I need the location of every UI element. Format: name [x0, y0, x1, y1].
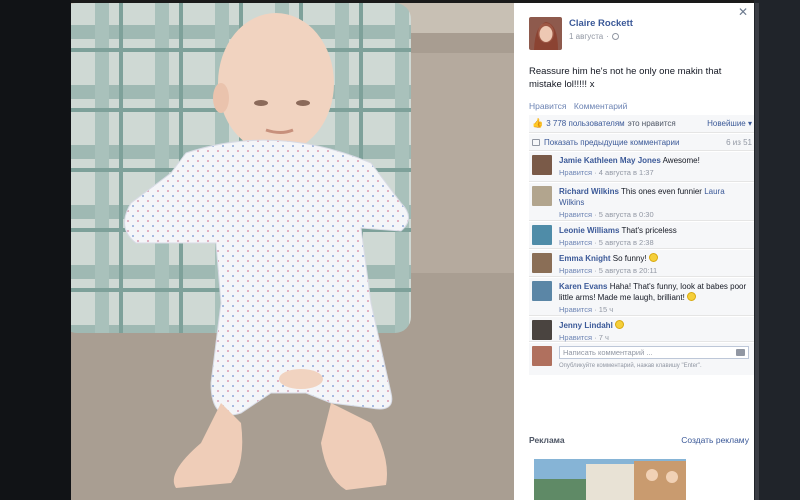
commenter-name[interactable]: Jamie Kathleen May Jones [559, 156, 661, 165]
comment-time[interactable]: 5 августа в 20:11 [599, 266, 657, 275]
comment-text: This ones even funnier [621, 187, 702, 196]
likes-count-suffix: пользователям [568, 119, 625, 128]
comment-text: That's priceless [621, 226, 677, 235]
comment-time[interactable]: 15 ч [599, 305, 613, 314]
comment-item: Leonie Williams That's priceless Нравитс… [529, 222, 754, 249]
comment-icon [532, 138, 540, 146]
post-side-panel: ✕ Claire Rockett 1 августа · Reassure hi… [514, 3, 754, 500]
comment-like-button[interactable]: Нравится [559, 266, 592, 275]
likes-text: это нравится [627, 119, 676, 128]
likes-summary: 👍 3 778 пользователям это нравится Новей… [529, 115, 754, 133]
thumbs-up-icon: 👍 [532, 118, 544, 128]
comments-count: 6 из 51 [726, 137, 752, 147]
post-text-content: Reassure him he's not he only one makin … [529, 66, 722, 90]
close-icon[interactable]: ✕ [738, 5, 748, 19]
current-user-avatar [532, 346, 552, 366]
separator: · [606, 32, 609, 41]
post-author: Claire Rockett 1 августа · [529, 17, 633, 50]
comment-like-button[interactable]: Нравится [559, 305, 592, 314]
comment-text: So funny! [612, 254, 647, 263]
previous-comments: Показать предыдущие комментарии 6 из 51 [529, 134, 754, 151]
author-name[interactable]: Claire Rockett [569, 18, 633, 29]
smiley-icon [648, 253, 658, 262]
show-previous-link[interactable]: Показать предыдущие комментарии [544, 138, 679, 147]
sort-label: Новейшие [707, 119, 746, 128]
ads-title: Реклама [529, 435, 565, 445]
comment-item: Jenny Lindahl Нравится · 7 ч [529, 317, 754, 342]
chevron-down-icon: ▾ [747, 119, 752, 128]
globe-icon [611, 33, 619, 40]
comment-input-placeholder: Написать комментарий ... [563, 348, 653, 357]
background-overlay [0, 0, 71, 500]
likes-count[interactable]: 3 778 пользователям [546, 119, 624, 128]
commenter-name[interactable]: Emma Knight [559, 254, 611, 263]
create-ad-link[interactable]: Создать рекламу [681, 435, 749, 445]
comment-time[interactable]: 7 ч [599, 333, 609, 342]
author-avatar[interactable] [529, 17, 562, 50]
commenter-avatar[interactable] [532, 155, 552, 175]
comment-time[interactable]: 4 августа в 1:37 [599, 168, 654, 177]
ad-image[interactable] [534, 459, 686, 500]
ad-image-illustration [534, 459, 686, 500]
comment-text: Awesome! [662, 156, 700, 165]
likes-count-number: 3 778 [546, 119, 567, 128]
comment-item: Richard Wilkins This ones even funnier L… [529, 183, 754, 221]
post-text: Reassure him he's not he only one makin … [529, 65, 744, 91]
comment-like-button[interactable]: Нравится [559, 238, 592, 247]
commenter-avatar[interactable] [532, 320, 552, 340]
camera-icon[interactable] [736, 349, 745, 356]
like-button[interactable]: Нравится [529, 101, 567, 111]
sort-dropdown[interactable]: Новейшие ▾ [707, 119, 752, 128]
comment-like-button[interactable]: Нравится [559, 333, 592, 342]
ads-header: Реклама Создать рекламу [529, 435, 749, 445]
commenter-name[interactable]: Karen Evans [559, 282, 607, 291]
smiley-icon [615, 320, 625, 329]
comment-item: Emma Knight So funny! Нравится · 5 авгус… [529, 250, 754, 277]
commenter-avatar[interactable] [532, 253, 552, 273]
comment-item: Karen Evans Haha! That's funny, look at … [529, 278, 754, 316]
commenter-avatar[interactable] [532, 186, 552, 206]
commenter-avatar[interactable] [532, 225, 552, 245]
commenter-name[interactable]: Richard Wilkins [559, 187, 619, 196]
comment-time[interactable]: 5 августа в 0:30 [599, 210, 654, 219]
background-right [754, 0, 800, 500]
enter-hint: Опубликуйте комментарий, нажав клавишу "… [559, 363, 702, 369]
scrollbar[interactable] [755, 3, 759, 500]
commenter-name[interactable]: Leonie Williams [559, 226, 619, 235]
comment-item: Jamie Kathleen May Jones Awesome! Нравит… [529, 152, 754, 182]
comment-like-button[interactable]: Нравится [559, 168, 592, 177]
commenter-name[interactable]: Jenny Lindahl [559, 321, 613, 330]
post-date-text[interactable]: 1 августа [569, 32, 603, 41]
comment-time[interactable]: 5 августа в 2:38 [599, 238, 654, 247]
baby-photo-illustration [71, 3, 514, 500]
post-date: 1 августа · [569, 32, 633, 41]
comment-composer: Написать комментарий ... [529, 343, 754, 375]
comment-button[interactable]: Комментарий [574, 101, 628, 111]
author-avatar-image [529, 17, 562, 50]
commenter-avatar[interactable] [532, 281, 552, 301]
smiley-icon [687, 292, 697, 301]
post-photo[interactable] [71, 3, 514, 500]
post-actions: Нравится Комментарий [529, 101, 632, 111]
comment-like-button[interactable]: Нравится [559, 210, 592, 219]
comment-input[interactable]: Написать комментарий ... [559, 346, 749, 359]
